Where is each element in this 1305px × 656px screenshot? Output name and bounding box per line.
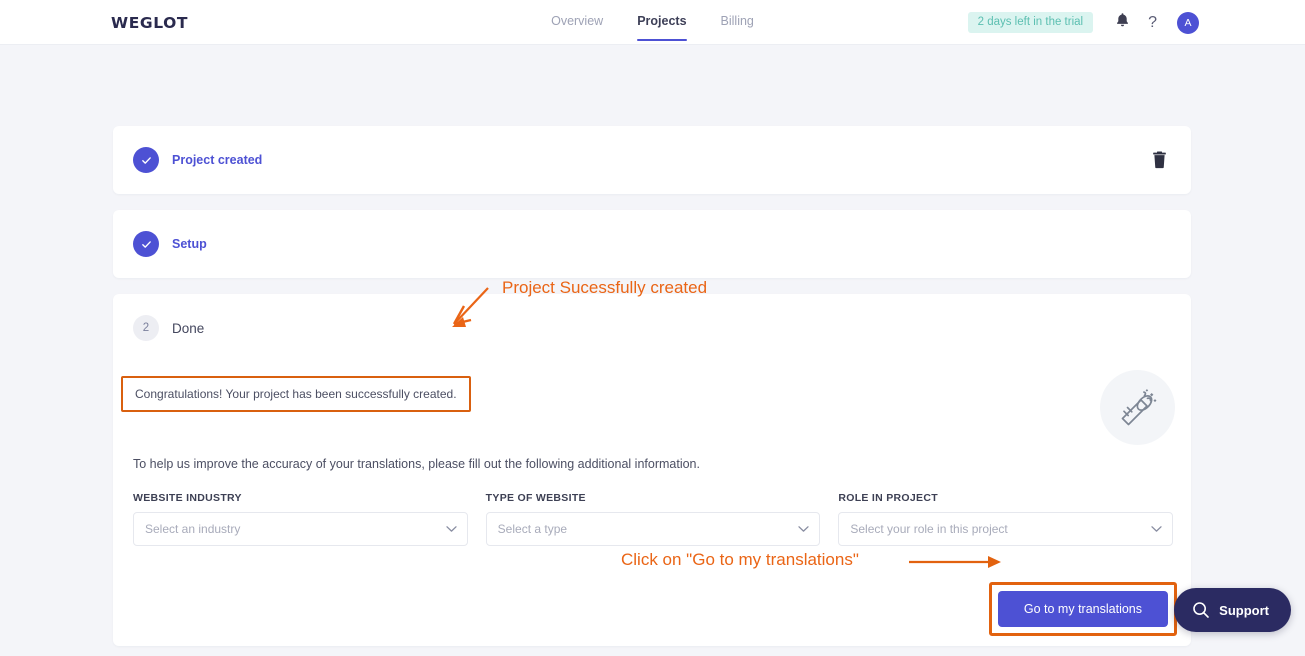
step-number-badge: 2 bbox=[133, 315, 159, 341]
select-value: Select a type bbox=[498, 522, 567, 536]
congrats-message: Congratulations! Your project has been s… bbox=[123, 378, 469, 410]
annotation-box-congrats: Congratulations! Your project has been s… bbox=[121, 376, 471, 412]
support-widget-label: Support bbox=[1219, 603, 1269, 618]
help-icon[interactable]: ? bbox=[1148, 15, 1157, 31]
step-row: Setup bbox=[113, 210, 1191, 278]
check-icon bbox=[141, 155, 152, 166]
header-actions: 2 days left in the trial ? A bbox=[968, 0, 1199, 45]
go-to-my-translations-button[interactable]: Go to my translations bbox=[998, 591, 1168, 627]
additional-info-fields: WEBSITE INDUSTRY Select an industry TYPE… bbox=[133, 492, 1173, 546]
trash-icon[interactable] bbox=[1149, 149, 1170, 172]
annotation-box-cta: Go to my translations bbox=[989, 582, 1177, 636]
main-content: Project created Setup 2 Done bbox=[0, 45, 1305, 81]
field-type-of-website: TYPE OF WEBSITE Select a type bbox=[486, 492, 821, 546]
step-label-done: Done bbox=[172, 321, 204, 336]
select-value: Select your role in this project bbox=[850, 522, 1007, 536]
nav-item-overview[interactable]: Overview bbox=[551, 14, 603, 41]
select-value: Select an industry bbox=[145, 522, 240, 536]
website-industry-select[interactable]: Select an industry bbox=[133, 512, 468, 546]
chevron-down-icon bbox=[798, 526, 809, 533]
check-icon bbox=[141, 239, 152, 250]
step-complete-badge bbox=[133, 147, 159, 173]
annotation-label-cta: Click on "Go to my translations" bbox=[621, 550, 859, 570]
chevron-down-icon bbox=[446, 526, 457, 533]
search-icon bbox=[1192, 601, 1210, 619]
role-in-project-select[interactable]: Select your role in this project bbox=[838, 512, 1173, 546]
step-card-project-created: Project created bbox=[113, 126, 1191, 194]
step-complete-badge bbox=[133, 231, 159, 257]
trial-status-badge: 2 days left in the trial bbox=[968, 12, 1093, 33]
step-label-setup: Setup bbox=[172, 237, 207, 251]
step-card-setup: Setup bbox=[113, 210, 1191, 278]
nav-item-billing[interactable]: Billing bbox=[721, 14, 754, 41]
step-row: Project created bbox=[113, 126, 1191, 194]
party-popper-icon bbox=[1100, 370, 1175, 445]
step-label-project-created: Project created bbox=[172, 153, 262, 167]
support-widget-button[interactable]: Support bbox=[1174, 588, 1291, 632]
step-card-done: 2 Done Congratulations! Your project has… bbox=[113, 294, 1191, 646]
annotation-label-congrats: Project Sucessfully created bbox=[502, 278, 707, 298]
field-role-in-project: ROLE IN PROJECT Select your role in this… bbox=[838, 492, 1173, 546]
field-website-industry: WEBSITE INDUSTRY Select an industry bbox=[133, 492, 468, 546]
app-header: WEGLOT Overview Projects Billing 2 days … bbox=[0, 0, 1305, 45]
step-row: 2 Done bbox=[113, 294, 1191, 362]
chevron-down-icon bbox=[1151, 526, 1162, 533]
field-label: WEBSITE INDUSTRY bbox=[133, 492, 468, 504]
field-label: TYPE OF WEBSITE bbox=[486, 492, 821, 504]
nav-item-projects[interactable]: Projects bbox=[637, 14, 686, 41]
avatar[interactable]: A bbox=[1177, 12, 1199, 34]
additional-info-text: To help us improve the accuracy of your … bbox=[133, 457, 700, 471]
bell-icon[interactable] bbox=[1115, 12, 1130, 33]
field-label: ROLE IN PROJECT bbox=[838, 492, 1173, 504]
type-of-website-select[interactable]: Select a type bbox=[486, 512, 821, 546]
